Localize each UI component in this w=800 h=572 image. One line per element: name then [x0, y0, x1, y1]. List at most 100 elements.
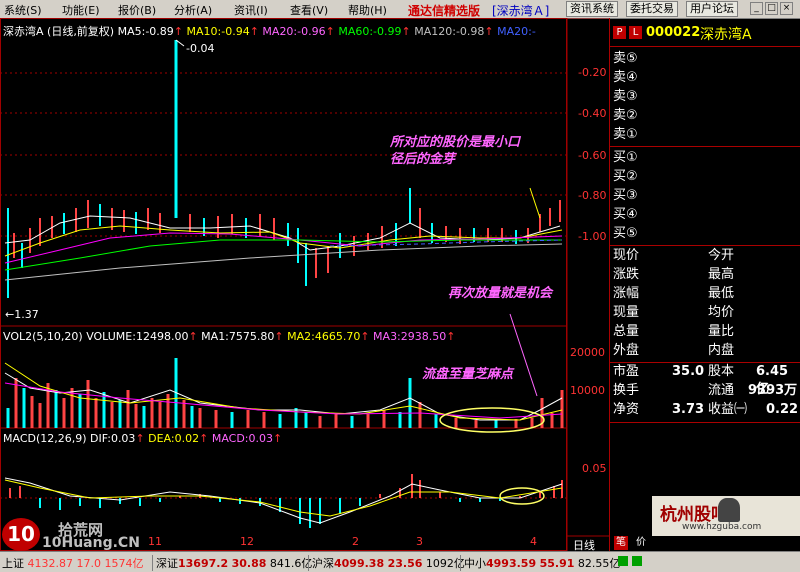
l-badge-icon[interactable]: L — [629, 26, 642, 39]
label-vol-ratio: 量比 — [708, 324, 735, 339]
trade-button[interactable]: 委托交易 — [626, 1, 678, 17]
value-pe: 35.0 — [672, 364, 705, 379]
dif-value: DIF:0.03 — [90, 432, 136, 445]
tab-tick[interactable]: 笔 — [614, 536, 628, 550]
kline-chart-area[interactable]: 深赤湾A (日线,前复权) MA5:-0.89↑ MA10:-0.94↑ MA2… — [0, 18, 609, 552]
stock-name-label: 深赤湾A (日线,前复权) — [3, 25, 115, 38]
vol-ma2: MA2:4665.70 — [287, 330, 361, 343]
time-tick: 11 — [148, 535, 162, 548]
stock-name: 深赤湾A — [700, 27, 752, 43]
label-pe: 市盈 — [613, 364, 640, 379]
price-tick: -0.60 — [578, 149, 607, 162]
vol-label: VOL2(5,10,20) — [3, 330, 83, 343]
bull-icon — [718, 498, 740, 522]
menu-system[interactable]: 系统(S) — [4, 2, 42, 18]
sell-5: 卖⑤ — [613, 51, 638, 66]
index-status-bar: 上证 4132.87 17.0 1574亿 深证13697.2 30.88 84… — [0, 551, 800, 572]
ma2x-label: MA20:- — [497, 25, 536, 38]
label-open: 今开 — [708, 248, 735, 263]
annotation-volume-opportunity: 再次放量就是机会 — [448, 286, 553, 301]
vol-ma3: MA3:2938.50 — [373, 330, 447, 343]
menu-help[interactable]: 帮助(H) — [348, 2, 387, 18]
sell-4: 卖④ — [613, 70, 638, 85]
time-tick: 2 — [352, 535, 359, 548]
label-share: 股本 — [708, 364, 735, 379]
vol-ma1: MA1:7575.80 — [201, 330, 275, 343]
macd-value: MACD:0.03 — [211, 432, 273, 445]
value-share: 6.45亿 — [756, 364, 789, 397]
ma60-label: MA60:-0.99 — [338, 25, 402, 38]
ma5-label: MA5:-0.89 — [117, 25, 174, 38]
zx-index[interactable]: 中小4993.59 55.91 82.55亿 — [460, 555, 620, 571]
dea-value: DEA:0.02 — [148, 432, 200, 445]
label-inner: 内盘 — [708, 343, 735, 358]
price-tick: -0.80 — [578, 189, 607, 202]
price-tick: -0.20 — [578, 66, 607, 79]
price-tick: -1.00 — [578, 230, 607, 243]
restore-icon[interactable]: □ — [765, 2, 778, 15]
label-change-pct: 涨幅 — [613, 286, 640, 301]
ma10-label: MA10:-0.94 — [186, 25, 250, 38]
label-current-vol: 现量 — [613, 305, 640, 320]
sell-2: 卖② — [613, 108, 638, 123]
time-tick: 4 — [530, 535, 537, 548]
price-header: 深赤湾A (日线,前复权) MA5:-0.89↑ MA10:-0.94↑ MA2… — [3, 25, 536, 38]
menu-bar: 系统(S) 功能(E) 报价(B) 分析(A) 资讯(I) 查看(V) 帮助(H… — [0, 0, 800, 19]
label-turnover: 换手 — [613, 383, 640, 398]
sell-1: 卖① — [613, 127, 638, 142]
label-high: 最高 — [708, 267, 735, 282]
annotation-sesame-volume: 流盘至量芝麻点 — [422, 367, 514, 382]
vol-tick: 10000 — [570, 384, 605, 397]
sz-index[interactable]: 深证13697.2 30.88 841.6亿 — [152, 555, 312, 571]
label-low: 最低 — [708, 286, 735, 301]
info-system-button[interactable]: 资讯系统 — [566, 1, 618, 17]
vol-tick: 20000 — [570, 346, 605, 359]
stock-tag: [深赤湾Ａ] — [492, 4, 550, 18]
sell-3: 卖③ — [613, 89, 638, 104]
tab-price[interactable]: 价 — [634, 536, 648, 550]
ma120-label: MA120:-0.98 — [414, 25, 485, 38]
price-tick: -0.40 — [578, 107, 607, 120]
stock-code: 000022 — [646, 25, 701, 40]
server-status-icon — [632, 556, 642, 566]
low-price-mark: ←1.37 — [5, 308, 39, 321]
value-nav: 3.73 — [672, 402, 705, 417]
close-icon[interactable]: × — [780, 2, 793, 15]
menu-function[interactable]: 功能(E) — [62, 2, 100, 18]
menu-analysis[interactable]: 分析(A) — [174, 2, 212, 18]
value-float: 9393万 — [748, 383, 798, 398]
hs-index[interactable]: 沪深4099.38 23.56 1092亿 — [308, 555, 465, 571]
quote-panel: P L 000022 深赤湾A 卖⑤ 卖④ 卖③ 卖② 卖① 买① 买② 买③ … — [609, 18, 800, 551]
forum-button[interactable]: 用户论坛 — [686, 1, 738, 17]
macd-label: MACD(12,26,9) — [3, 432, 87, 445]
buy-4: 买④ — [613, 207, 638, 222]
buy-5: 买⑤ — [613, 226, 638, 241]
p-badge-icon[interactable]: P — [613, 26, 626, 39]
buy-3: 买③ — [613, 188, 638, 203]
label-avg: 均价 — [708, 305, 735, 320]
label-float: 流通 — [708, 383, 735, 398]
label-nav: 净资 — [613, 402, 640, 417]
high-price-mark: -0.04 — [186, 42, 215, 55]
ma20-label: MA20:-0.96 — [262, 25, 326, 38]
buy-2: 买② — [613, 169, 638, 184]
buy-1: 买① — [613, 150, 638, 165]
menu-quote[interactable]: 报价(B) — [118, 2, 156, 18]
sh-index[interactable]: 上证 4132.87 17.0 1574亿 — [2, 555, 143, 571]
menu-info[interactable]: 资讯(I) — [234, 2, 268, 18]
time-tick: 3 — [416, 535, 423, 548]
watermark-logo-left: 10 拾荒网 10Huang.CN — [0, 518, 140, 551]
label-price: 现价 — [613, 248, 640, 263]
menu-view[interactable]: 查看(V) — [290, 2, 328, 18]
label-eps: 收益㈠ — [708, 402, 748, 417]
minimize-icon[interactable]: _ — [750, 2, 763, 15]
app-title: 通达信精选版 — [408, 4, 481, 18]
label-outer: 外盘 — [613, 343, 640, 358]
value-eps: 0.22 — [766, 402, 799, 417]
label-total-vol: 总量 — [613, 324, 640, 339]
watermark-logo-right: 杭州股吧 www.hzguba.com — [652, 496, 800, 536]
connection-status-icon — [618, 556, 628, 566]
macd-header: MACD(12,26,9) DIF:0.03↑ DEA:0.02↑ MACD:0… — [3, 432, 283, 445]
annotation-golden-bud-2: 径后的金芽 — [390, 152, 456, 167]
macd-tick: 0.05 — [582, 462, 607, 475]
